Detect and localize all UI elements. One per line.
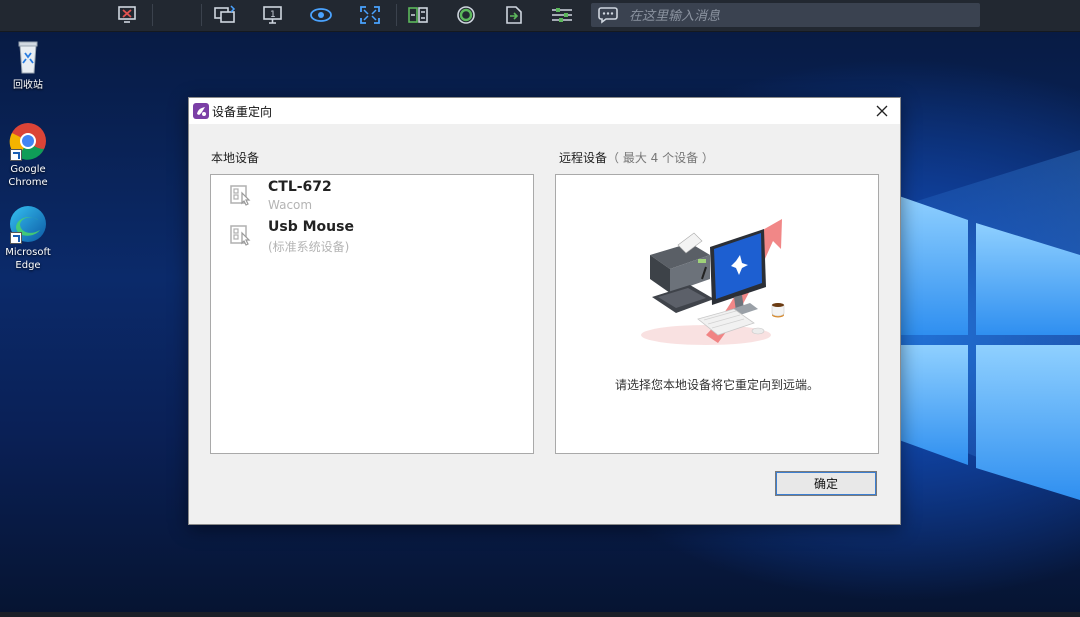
close-button[interactable] [864,98,900,124]
toolbar-separator [152,4,153,26]
coffee-cup-icon [771,303,785,318]
usb-device-icon [229,223,253,251]
svg-text:1: 1 [270,10,276,20]
desktop-icon-label: Google Chrome [8,164,48,188]
desktop-icon-label: 回收站 [13,80,43,91]
close-icon [876,105,888,117]
device-name: CTL-672 [268,179,332,195]
desktop-icon-chrome[interactable]: Google Chrome [0,121,56,189]
local-devices-label: 本地设备 [211,151,260,165]
dialog-titlebar: 设备重定向 [189,98,900,124]
toolbar-separator [201,4,202,26]
device-name: Usb Mouse [268,219,354,235]
list-item-device[interactable]: Usb Mouse (标准系统设备) [229,219,519,257]
recycle-bin-icon [8,37,48,77]
usb-device-icon [229,183,253,211]
remote-devices-label: 远程设备（ 最大 4 个设备 ） [559,149,714,166]
monitor-icon[interactable]: 1 [260,3,286,27]
chrome-icon [8,121,48,161]
device-description: Wacom [268,198,313,212]
device-redirect-illustration [641,219,785,345]
desktop-icon-edge[interactable]: Microsoft Edge [0,204,56,272]
list-item-device[interactable]: CTL-672 Wacom [229,179,519,217]
desktop-icon-label: Microsoft Edge [5,247,51,271]
chat-input-box[interactable] [591,3,980,29]
shortcut-arrow-icon [10,232,22,244]
fullscreen-icon[interactable] [357,3,383,27]
remote-desktop-close-icon[interactable] [114,3,140,27]
shortcut-arrow-icon [10,149,22,161]
ok-button[interactable]: 确定 [775,471,877,496]
record-icon[interactable] [453,3,479,27]
edge-icon [8,204,48,244]
chat-message-input[interactable] [627,3,971,29]
app-logo-icon [193,103,209,123]
local-devices-list[interactable]: CTL-672 Wacom Usb Mouse (标准系统设备) [210,174,534,454]
monitor-illustration-icon [710,229,766,317]
dialog-title: 设备重定向 [212,105,273,119]
remote-toolbar: 1 [0,0,1080,32]
toolbar-separator [396,4,397,26]
device-redirect-dialog: 设备重定向 本地设备 远程设备（ 最大 4 个设备 ） CTL-672 Waco… [188,97,901,525]
switch-screen-icon[interactable] [212,3,238,27]
file-transfer-icon[interactable] [405,3,431,27]
desktop-icon-recycle-bin[interactable]: 回收站 [0,37,56,92]
printer-icon [650,232,710,293]
remote-devices-message: 请选择您本地设备将它重定向到远端。 [614,378,819,392]
device-description: (标准系统设备) [268,240,350,254]
device-redirect-icon[interactable] [501,3,527,27]
remote-devices-title: 远程设备 [559,151,608,165]
chat-icon[interactable] [597,6,619,28]
settings-icon[interactable] [549,3,575,27]
remote-devices-hint: （ 最大 4 个设备 ） [607,151,714,165]
remote-devices-panel[interactable]: 请选择您本地设备将它重定向到远端。 [555,174,879,454]
taskbar-edge [0,612,1080,617]
view-icon[interactable] [308,3,334,27]
